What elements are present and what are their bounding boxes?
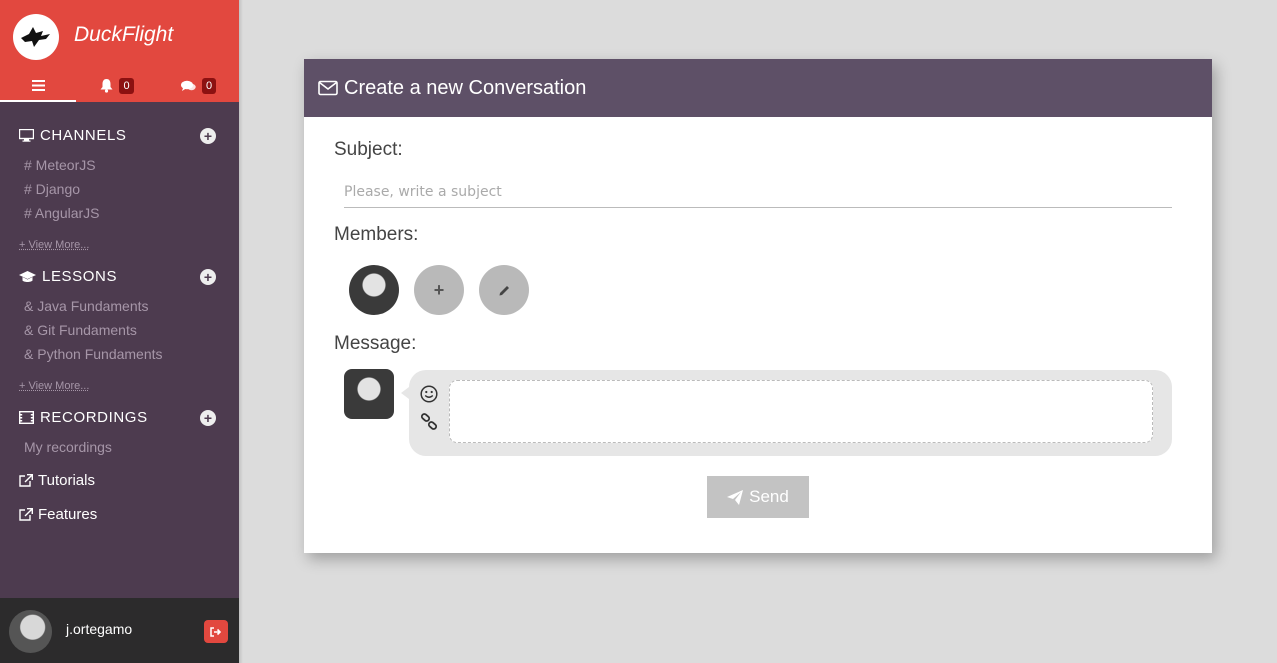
send-label: Send bbox=[749, 487, 789, 506]
message-textarea[interactable] bbox=[449, 380, 1153, 443]
channel-item-meteorjs[interactable]: # MeteorJS bbox=[24, 157, 96, 173]
notifications-badge: 0 bbox=[119, 78, 134, 94]
recording-item-my[interactable]: My recordings bbox=[24, 439, 112, 455]
plus-icon: + bbox=[203, 410, 213, 426]
messages-badge: 0 bbox=[201, 78, 217, 94]
emoji-button[interactable] bbox=[419, 384, 439, 404]
channel-item-django[interactable]: # Django bbox=[24, 181, 80, 197]
message-label: Message: bbox=[334, 333, 417, 354]
plus-icon: + bbox=[433, 279, 445, 300]
member-avatar[interactable] bbox=[349, 265, 399, 315]
username: j.ortegamo bbox=[66, 621, 133, 637]
recordings-title: RECORDINGS bbox=[40, 409, 148, 426]
attach-link-button[interactable] bbox=[419, 412, 439, 432]
sidebar: DuckFlight 0 0 CHANNELS + # MeteorJS # D… bbox=[0, 0, 239, 663]
lessons-view-more-link[interactable]: + View More... bbox=[19, 380, 89, 392]
plus-icon: + bbox=[203, 269, 213, 285]
duck-logo[interactable] bbox=[13, 14, 59, 60]
channel-item-angularjs[interactable]: # AngularJS bbox=[24, 205, 100, 221]
add-recording-button[interactable]: + bbox=[200, 410, 216, 426]
menu-tab[interactable] bbox=[0, 70, 76, 102]
user-avatar[interactable] bbox=[9, 610, 52, 653]
subject-input[interactable] bbox=[344, 177, 1172, 208]
sign-out-icon bbox=[210, 626, 222, 637]
lessons-title: LESSONS bbox=[42, 268, 118, 285]
message-author-avatar bbox=[344, 369, 394, 419]
pencil-icon bbox=[499, 285, 509, 295]
features-label: Features bbox=[38, 506, 98, 523]
external-link-icon bbox=[19, 474, 33, 487]
new-conversation-card: Create a new Conversation Subject: Membe… bbox=[304, 59, 1212, 553]
messages-tab[interactable]: 0 bbox=[158, 70, 239, 102]
brand-name: DuckFlight bbox=[74, 23, 174, 46]
smile-icon bbox=[420, 385, 438, 403]
duck-icon bbox=[21, 27, 50, 47]
recordings-heading[interactable]: RECORDINGS bbox=[19, 409, 148, 426]
channels-view-more-link[interactable]: + View More... bbox=[19, 239, 89, 251]
lesson-item-java[interactable]: & Java Fundaments bbox=[24, 298, 149, 314]
brand-bar: DuckFlight 0 0 bbox=[0, 0, 239, 102]
lesson-item-python[interactable]: & Python Fundaments bbox=[24, 346, 163, 362]
lesson-item-git[interactable]: & Git Fundaments bbox=[24, 322, 137, 338]
film-icon bbox=[19, 411, 34, 424]
send-button[interactable]: Send bbox=[707, 476, 809, 518]
lessons-heading[interactable]: LESSONS bbox=[19, 268, 117, 285]
add-channel-button[interactable]: + bbox=[200, 128, 216, 144]
bubble-tail bbox=[401, 387, 409, 399]
menu-icon bbox=[31, 79, 45, 91]
tutorials-label: Tutorials bbox=[38, 472, 95, 489]
edit-members-button[interactable] bbox=[479, 265, 529, 315]
add-member-button[interactable]: + bbox=[414, 265, 464, 315]
subject-label: Subject: bbox=[334, 139, 403, 160]
features-link[interactable]: Features bbox=[19, 506, 97, 523]
members-label: Members: bbox=[334, 224, 419, 245]
card-header: Create a new Conversation bbox=[304, 59, 1212, 117]
external-link-icon bbox=[19, 508, 33, 521]
tutorials-link[interactable]: Tutorials bbox=[19, 472, 95, 489]
card-title: Create a new Conversation bbox=[344, 76, 587, 99]
plus-icon: + bbox=[203, 128, 213, 144]
notifications-tab[interactable]: 0 bbox=[76, 70, 158, 102]
graduation-cap-icon bbox=[19, 270, 36, 282]
link-icon bbox=[420, 413, 438, 430]
envelope-icon bbox=[318, 80, 338, 96]
channels-title: CHANNELS bbox=[40, 127, 127, 144]
channels-heading[interactable]: CHANNELS bbox=[19, 127, 127, 144]
logout-button[interactable] bbox=[204, 620, 228, 643]
monitor-icon bbox=[19, 129, 34, 142]
bell-icon bbox=[100, 79, 113, 93]
add-lesson-button[interactable]: + bbox=[200, 269, 216, 285]
paper-plane-icon bbox=[727, 489, 744, 505]
sidebar-shadow bbox=[239, 0, 243, 663]
chat-icon bbox=[180, 80, 196, 91]
